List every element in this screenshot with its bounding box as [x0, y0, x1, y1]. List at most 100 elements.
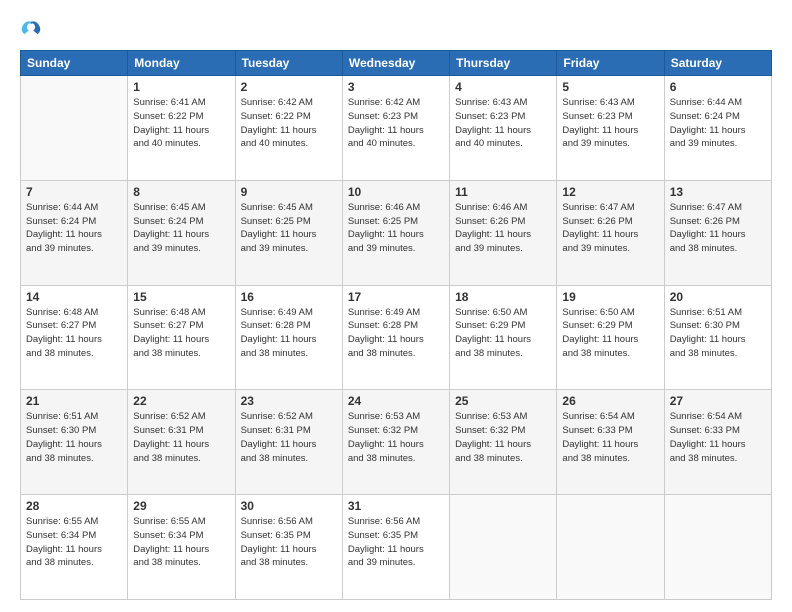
day-number: 27 — [670, 394, 766, 408]
daylight-text-cont: and 39 minutes. — [348, 242, 444, 256]
calendar-cell: 16Sunrise: 6:49 AMSunset: 6:28 PMDayligh… — [235, 285, 342, 390]
sunset-text: Sunset: 6:34 PM — [26, 529, 122, 543]
cell-content: Sunrise: 6:49 AMSunset: 6:28 PMDaylight:… — [241, 306, 337, 361]
sunrise-text: Sunrise: 6:53 AM — [455, 410, 551, 424]
daylight-text: Daylight: 11 hours — [241, 543, 337, 557]
calendar-cell: 13Sunrise: 6:47 AMSunset: 6:26 PMDayligh… — [664, 180, 771, 285]
daylight-text: Daylight: 11 hours — [670, 228, 766, 242]
calendar-cell: 1 Sunrise: 6:41 AMSunset: 6:22 PMDaylight… — [128, 76, 235, 181]
calendar-cell: 30 Sunrise: 6:56 AMSunset: 6:35 PMDayligh… — [235, 495, 342, 600]
sunset-text: Sunset: 6:22 PM — [133, 110, 229, 124]
sunrise-text: Sunrise: 6:45 AM — [133, 201, 229, 215]
day-number: 18 — [455, 290, 551, 304]
sunset-text: Sunset: 6:25 PM — [348, 215, 444, 229]
sunset-text: Sunset: 6:32 PM — [455, 424, 551, 438]
daylight-text: Daylight: 11 hours — [455, 438, 551, 452]
daylight-text-cont: and 38 minutes. — [133, 556, 229, 570]
sunset-text: Sunset: 6:26 PM — [562, 215, 658, 229]
calendar-cell: 3 Sunrise: 6:42 AMSunset: 6:23 PMDaylight… — [342, 76, 449, 181]
calendar-cell: 15Sunrise: 6:48 AMSunset: 6:27 PMDayligh… — [128, 285, 235, 390]
sunset-text: Sunset: 6:24 PM — [26, 215, 122, 229]
day-number: 1 — [133, 80, 229, 94]
cell-content: Sunrise: 6:41 AMSunset: 6:22 PMDaylight:… — [133, 96, 229, 151]
day-number: 8 — [133, 185, 229, 199]
calendar-cell: 4Sunrise: 6:43 AMSunset: 6:23 PMDaylight… — [450, 76, 557, 181]
daylight-text: Daylight: 11 hours — [241, 438, 337, 452]
day-number: 3 — [348, 80, 444, 94]
calendar-cell — [21, 76, 128, 181]
daylight-text-cont: and 38 minutes. — [26, 347, 122, 361]
calendar-cell: 8Sunrise: 6:45 AMSunset: 6:24 PMDaylight… — [128, 180, 235, 285]
daylight-text: Daylight: 11 hours — [241, 333, 337, 347]
daylight-text: Daylight: 11 hours — [348, 438, 444, 452]
day-number: 10 — [348, 185, 444, 199]
sunset-text: Sunset: 6:30 PM — [670, 319, 766, 333]
daylight-text: Daylight: 11 hours — [670, 124, 766, 138]
sunrise-text: Sunrise: 6:44 AM — [670, 96, 766, 110]
cell-content: Sunrise: 6:52 AMSunset: 6:31 PMDaylight:… — [133, 410, 229, 465]
cell-content: Sunrise: 6:54 AMSunset: 6:33 PMDaylight:… — [562, 410, 658, 465]
daylight-text: Daylight: 11 hours — [133, 228, 229, 242]
daylight-text: Daylight: 11 hours — [348, 124, 444, 138]
cell-content: Sunrise: 6:49 AMSunset: 6:28 PMDaylight:… — [348, 306, 444, 361]
sunset-text: Sunset: 6:33 PM — [670, 424, 766, 438]
sunrise-text: Sunrise: 6:55 AM — [26, 515, 122, 529]
sunset-text: Sunset: 6:24 PM — [670, 110, 766, 124]
sunrise-text: Sunrise: 6:51 AM — [670, 306, 766, 320]
cell-content: Sunrise: 6:47 AMSunset: 6:26 PMDaylight:… — [562, 201, 658, 256]
calendar-cell: 10Sunrise: 6:46 AMSunset: 6:25 PMDayligh… — [342, 180, 449, 285]
cell-content: Sunrise: 6:45 AMSunset: 6:25 PMDaylight:… — [241, 201, 337, 256]
day-number: 5 — [562, 80, 658, 94]
cell-content: Sunrise: 6:53 AMSunset: 6:32 PMDaylight:… — [455, 410, 551, 465]
daylight-text: Daylight: 11 hours — [348, 543, 444, 557]
cell-content: Sunrise: 6:51 AMSunset: 6:30 PMDaylight:… — [26, 410, 122, 465]
cell-content: Sunrise: 6:44 AMSunset: 6:24 PMDaylight:… — [670, 96, 766, 151]
sunset-text: Sunset: 6:35 PM — [241, 529, 337, 543]
cell-content: Sunrise: 6:43 AMSunset: 6:23 PMDaylight:… — [455, 96, 551, 151]
cell-content: Sunrise: 6:50 AMSunset: 6:29 PMDaylight:… — [455, 306, 551, 361]
col-header-thursday: Thursday — [450, 51, 557, 76]
sunrise-text: Sunrise: 6:48 AM — [133, 306, 229, 320]
daylight-text-cont: and 40 minutes. — [348, 137, 444, 151]
sunset-text: Sunset: 6:28 PM — [241, 319, 337, 333]
calendar-cell: 19Sunrise: 6:50 AMSunset: 6:29 PMDayligh… — [557, 285, 664, 390]
daylight-text: Daylight: 11 hours — [26, 438, 122, 452]
sunrise-text: Sunrise: 6:47 AM — [670, 201, 766, 215]
sunset-text: Sunset: 6:35 PM — [348, 529, 444, 543]
day-number: 15 — [133, 290, 229, 304]
daylight-text: Daylight: 11 hours — [562, 438, 658, 452]
sunrise-text: Sunrise: 6:46 AM — [455, 201, 551, 215]
daylight-text-cont: and 40 minutes. — [133, 137, 229, 151]
sunrise-text: Sunrise: 6:50 AM — [455, 306, 551, 320]
daylight-text: Daylight: 11 hours — [26, 228, 122, 242]
sunrise-text: Sunrise: 6:56 AM — [241, 515, 337, 529]
daylight-text-cont: and 39 minutes. — [241, 242, 337, 256]
daylight-text-cont: and 38 minutes. — [241, 347, 337, 361]
col-header-saturday: Saturday — [664, 51, 771, 76]
calendar-cell: 9Sunrise: 6:45 AMSunset: 6:25 PMDaylight… — [235, 180, 342, 285]
daylight-text-cont: and 38 minutes. — [241, 452, 337, 466]
daylight-text-cont: and 38 minutes. — [670, 452, 766, 466]
daylight-text-cont: and 39 minutes. — [26, 242, 122, 256]
daylight-text: Daylight: 11 hours — [348, 333, 444, 347]
daylight-text-cont: and 38 minutes. — [133, 347, 229, 361]
cell-content: Sunrise: 6:47 AMSunset: 6:26 PMDaylight:… — [670, 201, 766, 256]
day-number: 2 — [241, 80, 337, 94]
sunset-text: Sunset: 6:27 PM — [133, 319, 229, 333]
sunset-text: Sunset: 6:29 PM — [562, 319, 658, 333]
daylight-text-cont: and 40 minutes. — [455, 137, 551, 151]
sunset-text: Sunset: 6:31 PM — [241, 424, 337, 438]
day-number: 6 — [670, 80, 766, 94]
cell-content: Sunrise: 6:52 AMSunset: 6:31 PMDaylight:… — [241, 410, 337, 465]
day-number: 30 — [241, 499, 337, 513]
page: SundayMondayTuesdayWednesdayThursdayFrid… — [0, 0, 792, 612]
cell-content: Sunrise: 6:42 AMSunset: 6:23 PMDaylight:… — [348, 96, 444, 151]
daylight-text: Daylight: 11 hours — [241, 124, 337, 138]
sunrise-text: Sunrise: 6:51 AM — [26, 410, 122, 424]
sunrise-text: Sunrise: 6:43 AM — [562, 96, 658, 110]
calendar-cell: 20Sunrise: 6:51 AMSunset: 6:30 PMDayligh… — [664, 285, 771, 390]
sunset-text: Sunset: 6:28 PM — [348, 319, 444, 333]
sunset-text: Sunset: 6:33 PM — [562, 424, 658, 438]
day-number: 22 — [133, 394, 229, 408]
day-number: 31 — [348, 499, 444, 513]
